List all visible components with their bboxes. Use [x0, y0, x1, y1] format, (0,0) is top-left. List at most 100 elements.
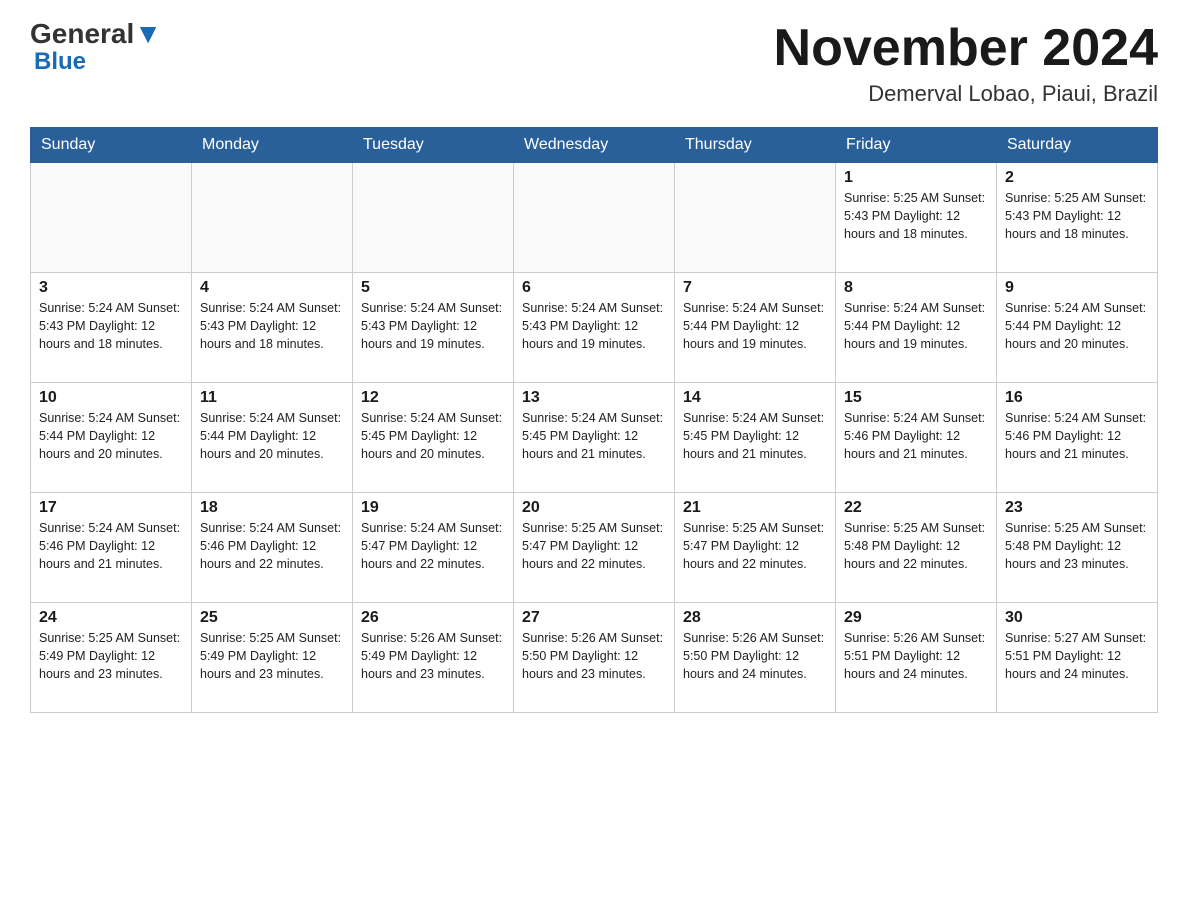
calendar-table: SundayMondayTuesdayWednesdayThursdayFrid… — [30, 127, 1158, 713]
day-info: Sunrise: 5:25 AM Sunset: 5:43 PM Dayligh… — [1005, 189, 1149, 243]
day-info: Sunrise: 5:25 AM Sunset: 5:47 PM Dayligh… — [683, 519, 827, 573]
calendar-cell: 30Sunrise: 5:27 AM Sunset: 5:51 PM Dayli… — [997, 603, 1158, 713]
day-number: 21 — [683, 499, 827, 517]
day-number: 25 — [200, 609, 344, 627]
day-info: Sunrise: 5:26 AM Sunset: 5:51 PM Dayligh… — [844, 629, 988, 683]
day-number: 10 — [39, 389, 183, 407]
calendar-cell: 2 Sunrise: 5:25 AM Sunset: 5:43 PM Daylig… — [997, 163, 1158, 273]
day-number: 1 — [844, 169, 988, 187]
day-of-week-saturday: Saturday — [997, 128, 1158, 163]
calendar-cell: 3Sunrise: 5:24 AM Sunset: 5:43 PM Daylig… — [31, 273, 192, 383]
calendar-cell: 28Sunrise: 5:26 AM Sunset: 5:50 PM Dayli… — [675, 603, 836, 713]
calendar-cell: 10 Sunrise: 5:24 AM Sunset: 5:44 PM Dayli… — [31, 383, 192, 493]
day-info: Sunrise: 5:24 AM Sunset: 5:46 PM Dayligh… — [39, 519, 183, 573]
day-info: Sunrise: 5:24 AM Sunset: 5:44 PM Dayligh… — [1005, 299, 1149, 353]
day-info: Sunrise: 5:24 AM Sunset: 5:45 PM Dayligh… — [522, 409, 666, 463]
calendar-cell: 25 Sunrise: 5:25 AM Sunset: 5:49 PM Dayli… — [192, 603, 353, 713]
calendar-cell: 17 Sunrise: 5:24 AM Sunset: 5:46 PM Dayli… — [31, 493, 192, 603]
day-info: Sunrise: 5:26 AM Sunset: 5:50 PM Dayligh… — [522, 629, 666, 683]
calendar-cell: 20 Sunrise: 5:25 AM Sunset: 5:47 PM Dayli… — [514, 493, 675, 603]
week-row-4: 17 Sunrise: 5:24 AM Sunset: 5:46 PM Dayli… — [31, 493, 1158, 603]
day-info: Sunrise: 5:25 AM Sunset: 5:49 PM Dayligh… — [200, 629, 344, 683]
calendar-cell: 7 Sunrise: 5:24 AM Sunset: 5:44 PM Daylig… — [675, 273, 836, 383]
day-info: Sunrise: 5:24 AM Sunset: 5:44 PM Dayligh… — [39, 409, 183, 463]
calendar-cell — [675, 163, 836, 273]
calendar-cell: 8 Sunrise: 5:24 AM Sunset: 5:44 PM Daylig… — [836, 273, 997, 383]
day-of-week-thursday: Thursday — [675, 128, 836, 163]
calendar-cell: 23Sunrise: 5:25 AM Sunset: 5:48 PM Dayli… — [997, 493, 1158, 603]
day-info: Sunrise: 5:24 AM Sunset: 5:44 PM Dayligh… — [200, 409, 344, 463]
day-info: Sunrise: 5:25 AM Sunset: 5:43 PM Dayligh… — [844, 189, 988, 243]
day-number: 22 — [844, 499, 988, 517]
day-info: Sunrise: 5:24 AM Sunset: 5:43 PM Dayligh… — [200, 299, 344, 353]
day-number: 12 — [361, 389, 505, 407]
day-number: 2 — [1005, 169, 1149, 187]
calendar-cell: 13Sunrise: 5:24 AM Sunset: 5:45 PM Dayli… — [514, 383, 675, 493]
calendar-cell: 5Sunrise: 5:24 AM Sunset: 5:43 PM Daylig… — [353, 273, 514, 383]
day-number: 17 — [39, 499, 183, 517]
day-number: 28 — [683, 609, 827, 627]
logo-blue: Blue — [30, 50, 86, 74]
calendar-cell: 19Sunrise: 5:24 AM Sunset: 5:47 PM Dayli… — [353, 493, 514, 603]
day-of-week-sunday: Sunday — [31, 128, 192, 163]
calendar-cell: 12 Sunrise: 5:24 AM Sunset: 5:45 PM Dayli… — [353, 383, 514, 493]
day-info: Sunrise: 5:24 AM Sunset: 5:44 PM Dayligh… — [683, 299, 827, 353]
day-number: 18 — [200, 499, 344, 517]
calendar-cell: 27 Sunrise: 5:26 AM Sunset: 5:50 PM Dayli… — [514, 603, 675, 713]
calendar-cell: 4 Sunrise: 5:24 AM Sunset: 5:43 PM Daylig… — [192, 273, 353, 383]
day-info: Sunrise: 5:25 AM Sunset: 5:47 PM Dayligh… — [522, 519, 666, 573]
calendar-cell: 18 Sunrise: 5:24 AM Sunset: 5:46 PM Dayli… — [192, 493, 353, 603]
calendar-cell: 1 Sunrise: 5:25 AM Sunset: 5:43 PM Daylig… — [836, 163, 997, 273]
day-number: 30 — [1005, 609, 1149, 627]
day-info: Sunrise: 5:25 AM Sunset: 5:48 PM Dayligh… — [1005, 519, 1149, 573]
logo-text: General▼ — [30, 20, 162, 48]
calendar-cell — [192, 163, 353, 273]
day-info: Sunrise: 5:24 AM Sunset: 5:46 PM Dayligh… — [200, 519, 344, 573]
day-info: Sunrise: 5:24 AM Sunset: 5:44 PM Dayligh… — [844, 299, 988, 353]
day-number: 3 — [39, 279, 183, 297]
calendar-body: 1 Sunrise: 5:25 AM Sunset: 5:43 PM Daylig… — [31, 163, 1158, 713]
logo-triangle-icon: ▼ — [134, 18, 162, 49]
calendar-cell: 14 Sunrise: 5:24 AM Sunset: 5:45 PM Dayli… — [675, 383, 836, 493]
page-header: General▼ Blue November 2024 Demerval Lob… — [30, 20, 1158, 107]
calendar-cell: 16Sunrise: 5:24 AM Sunset: 5:46 PM Dayli… — [997, 383, 1158, 493]
calendar-cell: 22 Sunrise: 5:25 AM Sunset: 5:48 PM Dayli… — [836, 493, 997, 603]
calendar-cell — [353, 163, 514, 273]
days-of-week-row: SundayMondayTuesdayWednesdayThursdayFrid… — [31, 128, 1158, 163]
day-info: Sunrise: 5:24 AM Sunset: 5:45 PM Dayligh… — [361, 409, 505, 463]
day-number: 20 — [522, 499, 666, 517]
calendar-cell: 15Sunrise: 5:24 AM Sunset: 5:46 PM Dayli… — [836, 383, 997, 493]
month-title: November 2024 — [774, 20, 1158, 77]
day-info: Sunrise: 5:24 AM Sunset: 5:45 PM Dayligh… — [683, 409, 827, 463]
calendar-cell: 9 Sunrise: 5:24 AM Sunset: 5:44 PM Daylig… — [997, 273, 1158, 383]
calendar-cell — [514, 163, 675, 273]
day-of-week-tuesday: Tuesday — [353, 128, 514, 163]
calendar-cell: 11Sunrise: 5:24 AM Sunset: 5:44 PM Dayli… — [192, 383, 353, 493]
day-info: Sunrise: 5:26 AM Sunset: 5:49 PM Dayligh… — [361, 629, 505, 683]
calendar-cell: 21 Sunrise: 5:25 AM Sunset: 5:47 PM Dayli… — [675, 493, 836, 603]
day-number: 16 — [1005, 389, 1149, 407]
calendar-cell: 24 Sunrise: 5:25 AM Sunset: 5:49 PM Dayli… — [31, 603, 192, 713]
day-number: 27 — [522, 609, 666, 627]
day-number: 5 — [361, 279, 505, 297]
day-info: Sunrise: 5:25 AM Sunset: 5:48 PM Dayligh… — [844, 519, 988, 573]
calendar-cell: 6Sunrise: 5:24 AM Sunset: 5:43 PM Daylig… — [514, 273, 675, 383]
day-info: Sunrise: 5:25 AM Sunset: 5:49 PM Dayligh… — [39, 629, 183, 683]
day-number: 24 — [39, 609, 183, 627]
day-number: 7 — [683, 279, 827, 297]
calendar-cell: 29 Sunrise: 5:26 AM Sunset: 5:51 PM Dayli… — [836, 603, 997, 713]
day-number: 9 — [1005, 279, 1149, 297]
day-number: 26 — [361, 609, 505, 627]
day-number: 14 — [683, 389, 827, 407]
day-of-week-wednesday: Wednesday — [514, 128, 675, 163]
week-row-3: 10 Sunrise: 5:24 AM Sunset: 5:44 PM Dayli… — [31, 383, 1158, 493]
day-number: 8 — [844, 279, 988, 297]
day-number: 4 — [200, 279, 344, 297]
day-number: 19 — [361, 499, 505, 517]
day-number: 29 — [844, 609, 988, 627]
day-of-week-friday: Friday — [836, 128, 997, 163]
calendar-cell: 26 Sunrise: 5:26 AM Sunset: 5:49 PM Dayli… — [353, 603, 514, 713]
logo: General▼ Blue — [30, 20, 162, 74]
title-block: November 2024 Demerval Lobao, Piaui, Bra… — [774, 20, 1158, 107]
week-row-2: 3 Sunrise: 5:24 AM Sunset: 5:43 PM Daylig… — [31, 273, 1158, 383]
